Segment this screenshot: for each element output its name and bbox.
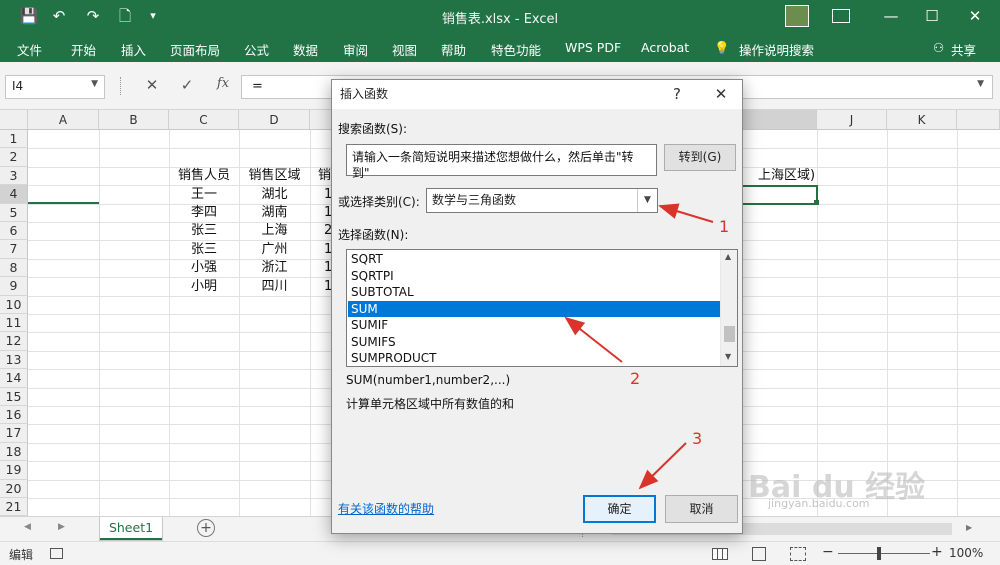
- annotation-label-2: 2: [630, 369, 641, 388]
- annotation-label-1: 1: [719, 217, 730, 236]
- watermark-url: jingyan.baidu.com: [768, 497, 870, 510]
- annotation-label-3: 3: [692, 429, 703, 448]
- annotation-arrow-3: [638, 442, 687, 490]
- annotation-arrow-1: [658, 203, 714, 223]
- annotation-arrow-2: [564, 316, 623, 363]
